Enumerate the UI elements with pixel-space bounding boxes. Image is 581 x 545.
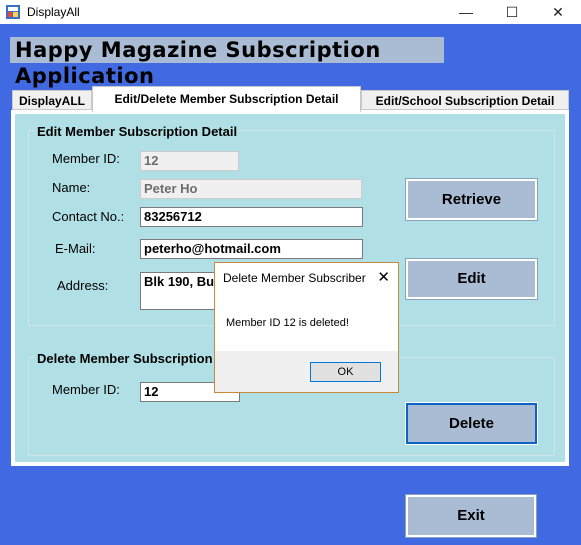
app-banner: Happy Magazine Subscription Application	[10, 37, 444, 88]
exit-button[interactable]: Exit	[405, 494, 537, 538]
edit-button[interactable]: Edit	[405, 258, 538, 300]
minimize-button[interactable]: —	[443, 0, 489, 24]
email-field[interactable]: peterho@hotmail.com	[140, 239, 363, 259]
window-title-bar: DisplayAll — ☐ ✕	[0, 0, 581, 24]
retrieve-button[interactable]: Retrieve	[405, 178, 538, 221]
delete-group-title: Delete Member Subscription	[35, 351, 215, 366]
dialog-close-icon[interactable]: ✕	[377, 268, 390, 286]
ok-button[interactable]: OK	[310, 362, 381, 382]
app-icon	[6, 5, 20, 19]
delete-member-id-label: Member ID:	[52, 382, 120, 397]
delete-button[interactable]: Delete	[405, 402, 538, 445]
tab-edit-delete-member[interactable]: Edit/Delete Member Subscription Detail	[92, 86, 361, 112]
member-id-field[interactable]: 12	[140, 151, 239, 171]
tab-displayall[interactable]: DisplayALL	[12, 90, 92, 110]
dialog-message: Member ID 12 is deleted!	[226, 317, 349, 329]
window-title: DisplayAll	[27, 5, 80, 19]
edit-group-title: Edit Member Subscription Detail	[35, 124, 240, 139]
dialog-footer: OK	[215, 351, 398, 392]
contact-field[interactable]: 83256712	[140, 207, 363, 227]
name-label: Name:	[52, 180, 91, 195]
email-label: E-Mail:	[55, 241, 96, 256]
maximize-button[interactable]: ☐	[489, 0, 535, 24]
member-id-label: Member ID:	[52, 151, 120, 166]
contact-label: Contact No.:	[52, 209, 125, 224]
delete-confirmation-dialog: Delete Member Subscriber ✕ Member ID 12 …	[214, 262, 399, 393]
close-window-button[interactable]: ✕	[535, 0, 581, 24]
address-label: Address:	[57, 278, 109, 293]
tab-edit-school[interactable]: Edit/School Subscription Detail	[361, 90, 569, 110]
name-field[interactable]: Peter Ho	[140, 179, 362, 199]
dialog-title: Delete Member Subscriber	[223, 271, 366, 285]
app-title: Happy Magazine Subscription Application	[15, 38, 381, 88]
